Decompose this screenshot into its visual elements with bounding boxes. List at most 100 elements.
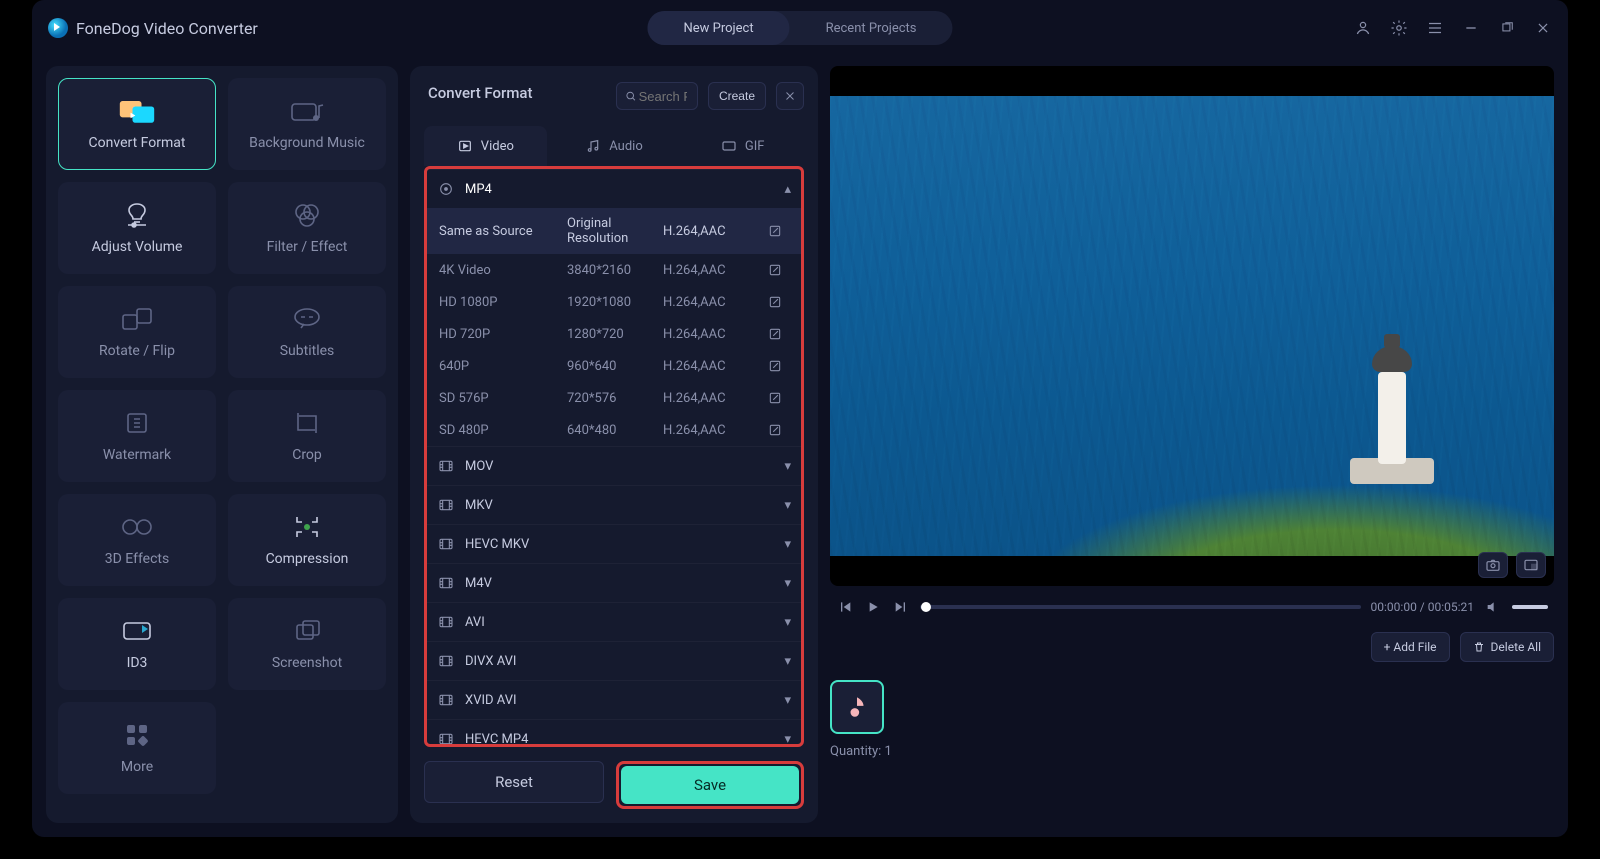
fullscreen-button[interactable] bbox=[1516, 552, 1546, 578]
tile-compression[interactable]: Compression bbox=[228, 494, 386, 586]
format-group-label: HEVC MP4 bbox=[465, 732, 528, 747]
tile-subtitles[interactable]: Subtitles bbox=[228, 286, 386, 378]
format-row[interactable]: SD 576P720*576H.264,AAC bbox=[427, 382, 801, 414]
search-field[interactable] bbox=[637, 88, 689, 105]
format-group-label: AVI bbox=[465, 615, 485, 630]
format-row-edit[interactable] bbox=[767, 390, 783, 406]
tab-new-project[interactable]: New Project bbox=[647, 11, 789, 45]
format-row-name: 640P bbox=[439, 359, 559, 374]
format-row[interactable]: 4K Video3840*2160H.264,AAC bbox=[427, 254, 801, 286]
progress-handle[interactable] bbox=[921, 602, 931, 612]
tab-video[interactable]: Video bbox=[424, 126, 547, 166]
edit-icon bbox=[768, 359, 782, 373]
tile-crop[interactable]: Crop bbox=[228, 390, 386, 482]
window-minimize-icon[interactable] bbox=[1462, 19, 1480, 37]
file-thumb[interactable] bbox=[830, 680, 884, 734]
tab-recent-projects[interactable]: Recent Projects bbox=[790, 11, 953, 45]
next-button[interactable] bbox=[892, 598, 910, 616]
music-note-icon bbox=[844, 694, 870, 720]
create-button[interactable]: Create bbox=[708, 82, 766, 110]
fullscreen-icon bbox=[1523, 558, 1539, 572]
tile-more[interactable]: More bbox=[58, 702, 216, 794]
tile-label: Subtitles bbox=[280, 343, 335, 359]
format-row-edit[interactable] bbox=[767, 223, 783, 239]
format-group-mov[interactable]: MOV▾ bbox=[427, 447, 801, 485]
background-music-icon bbox=[288, 97, 326, 125]
tab-label: Video bbox=[481, 139, 514, 154]
panel-title: Convert Format bbox=[428, 84, 533, 102]
search-input[interactable] bbox=[616, 82, 698, 110]
format-row-edit[interactable] bbox=[767, 262, 783, 278]
delete-all-label: Delete All bbox=[1491, 640, 1541, 654]
format-row-name: 4K Video bbox=[439, 263, 559, 278]
add-file-button[interactable]: + Add File bbox=[1371, 632, 1450, 662]
format-row[interactable]: 640P 960*640 H.264,AAC bbox=[427, 350, 801, 382]
tab-audio[interactable]: Audio bbox=[553, 126, 676, 166]
tile-filter-effect[interactable]: Filter / Effect bbox=[228, 182, 386, 274]
format-row-name: SD 480P bbox=[439, 423, 559, 438]
tile-3d-effects[interactable]: 3D Effects bbox=[58, 494, 216, 586]
snapshot-button[interactable] bbox=[1478, 552, 1508, 578]
menu-icon[interactable] bbox=[1426, 19, 1444, 37]
format-group-hevc-mkv[interactable]: HEVC MKV▾ bbox=[427, 525, 801, 563]
tile-screenshot[interactable]: Screenshot bbox=[228, 598, 386, 690]
window-close-icon[interactable] bbox=[1534, 19, 1552, 37]
format-group-avi[interactable]: AVI▾ bbox=[427, 603, 801, 641]
settings-icon[interactable] bbox=[1390, 19, 1408, 37]
tile-id3[interactable]: ID3 bbox=[58, 598, 216, 690]
file-toolbar: + Add File Delete All bbox=[830, 632, 1554, 662]
format-row[interactable]: SD 480P640*480H.264,AAC bbox=[427, 414, 801, 446]
project-tabs: New Project Recent Projects bbox=[647, 11, 952, 45]
play-button[interactable] bbox=[864, 598, 882, 616]
volume-button[interactable] bbox=[1484, 598, 1502, 616]
format-group-xvid-avi[interactable]: XVID AVI▾ bbox=[427, 681, 801, 719]
film-icon bbox=[438, 614, 454, 630]
tile-watermark[interactable]: Watermark bbox=[58, 390, 216, 482]
format-group-hevc-mp4[interactable]: HEVC MP4▾ bbox=[427, 720, 801, 747]
tile-label: 3D Effects bbox=[105, 551, 170, 567]
format-row-edit[interactable] bbox=[767, 358, 783, 374]
account-icon[interactable] bbox=[1354, 19, 1372, 37]
format-row[interactable]: HD 1080P1920*1080H.264,AAC bbox=[427, 286, 801, 318]
volume-slider[interactable] bbox=[1512, 605, 1548, 609]
format-group-mkv[interactable]: MKV▾ bbox=[427, 486, 801, 524]
filter-effect-icon bbox=[288, 201, 326, 229]
format-row-name: SD 576P bbox=[439, 391, 559, 406]
format-group-divx-avi[interactable]: DIVX AVI▾ bbox=[427, 642, 801, 680]
format-list: MP4▴ Same as Source Original Resolution H.2… bbox=[424, 166, 804, 747]
tile-adjust-volume[interactable]: Adjust Volume bbox=[58, 182, 216, 274]
progress-bar[interactable] bbox=[920, 605, 1361, 609]
tile-convert-format[interactable]: Convert Format bbox=[58, 78, 216, 170]
prev-button[interactable] bbox=[836, 598, 854, 616]
window-maximize-icon[interactable] bbox=[1498, 19, 1516, 37]
format-row[interactable]: HD 720P1280*720H.264,AAC bbox=[427, 318, 801, 350]
format-row-resolution: 720*576 bbox=[567, 391, 655, 406]
tab-gif[interactable]: GIF bbox=[681, 126, 804, 166]
gif-icon bbox=[721, 138, 737, 154]
tile-background-music[interactable]: Background Music bbox=[228, 78, 386, 170]
format-row-resolution: 960*640 bbox=[567, 359, 655, 374]
format-row-edit[interactable] bbox=[767, 326, 783, 342]
format-group-m4v[interactable]: M4V▾ bbox=[427, 564, 801, 602]
delete-all-button[interactable]: Delete All bbox=[1460, 632, 1554, 662]
format-group-label: MOV bbox=[465, 459, 493, 474]
subtitles-icon bbox=[288, 305, 326, 333]
format-row-name: Same as Source bbox=[439, 224, 559, 239]
panel-close-button[interactable] bbox=[776, 82, 804, 110]
format-row[interactable]: Same as SourceOriginal ResolutionH.264,A… bbox=[427, 208, 801, 254]
format-row-codec: H.264,AAC bbox=[663, 359, 759, 374]
tile-label: Compression bbox=[266, 551, 349, 567]
format-row-codec: H.264,AAC bbox=[663, 263, 759, 278]
format-row-edit[interactable] bbox=[767, 422, 783, 438]
format-group-mp4[interactable]: MP4▴ bbox=[427, 170, 801, 208]
close-icon bbox=[784, 90, 796, 102]
format-row-edit[interactable] bbox=[767, 294, 783, 310]
format-row-resolution: 1280*720 bbox=[567, 327, 655, 342]
save-button[interactable]: Save bbox=[621, 766, 799, 804]
reset-button[interactable]: Reset bbox=[424, 761, 604, 803]
edit-icon bbox=[768, 295, 782, 309]
film-icon bbox=[438, 536, 454, 552]
save-highlight: Save bbox=[616, 761, 804, 809]
tile-rotate-flip[interactable]: Rotate / Flip bbox=[58, 286, 216, 378]
format-row-resolution: Original Resolution bbox=[567, 216, 655, 246]
